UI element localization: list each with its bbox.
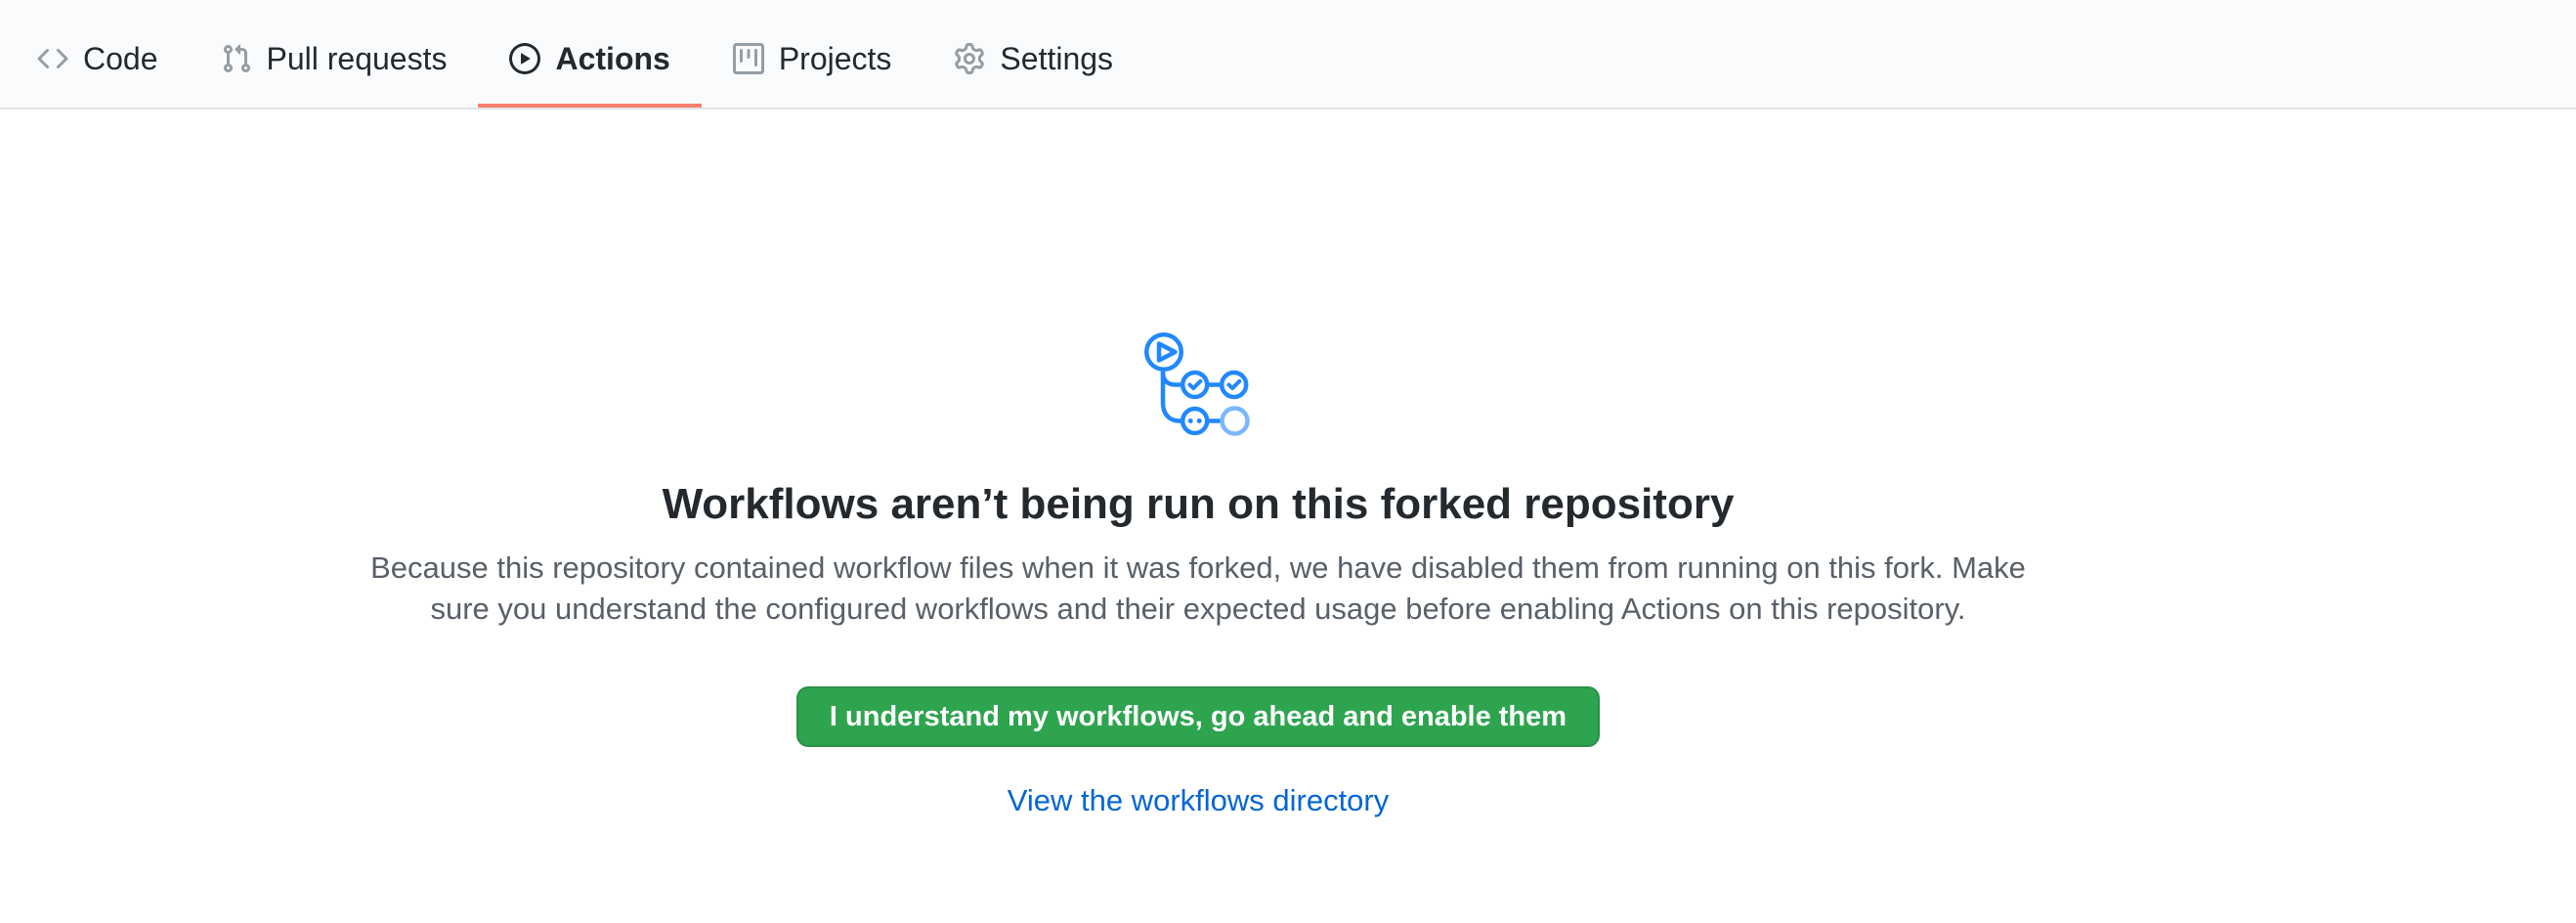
- gear-icon: [954, 43, 985, 74]
- tab-label: Settings: [1000, 43, 1113, 74]
- tab-code[interactable]: Code: [6, 0, 190, 108]
- actions-blankslate: Workflows aren’t being run on this forke…: [0, 110, 2396, 821]
- tab-label: Code: [83, 43, 158, 74]
- code-icon: [37, 43, 68, 74]
- blankslate-description: Because this repository contained workfl…: [358, 548, 2039, 630]
- tab-actions[interactable]: Actions: [478, 0, 701, 108]
- actions-workflow-icon: [1142, 329, 1254, 440]
- tab-label: Projects: [779, 43, 892, 74]
- tab-pull-requests[interactable]: Pull requests: [190, 0, 479, 108]
- tab-settings[interactable]: Settings: [923, 0, 1144, 108]
- repo-tab-bar: Code Pull requests Actions Projects Sett…: [0, 0, 2576, 110]
- view-workflows-directory-link[interactable]: View the workflows directory: [1008, 783, 1390, 817]
- play-icon: [509, 43, 540, 74]
- blankslate-title: Workflows aren’t being run on this forke…: [0, 478, 2396, 531]
- project-icon: [733, 43, 764, 74]
- tab-label: Actions: [555, 43, 669, 74]
- tab-label: Pull requests: [267, 43, 448, 74]
- enable-workflows-button[interactable]: I understand my workflows, go ahead and …: [796, 686, 1600, 747]
- git-pull-request-icon: [221, 43, 252, 74]
- tab-projects[interactable]: Projects: [702, 0, 923, 108]
